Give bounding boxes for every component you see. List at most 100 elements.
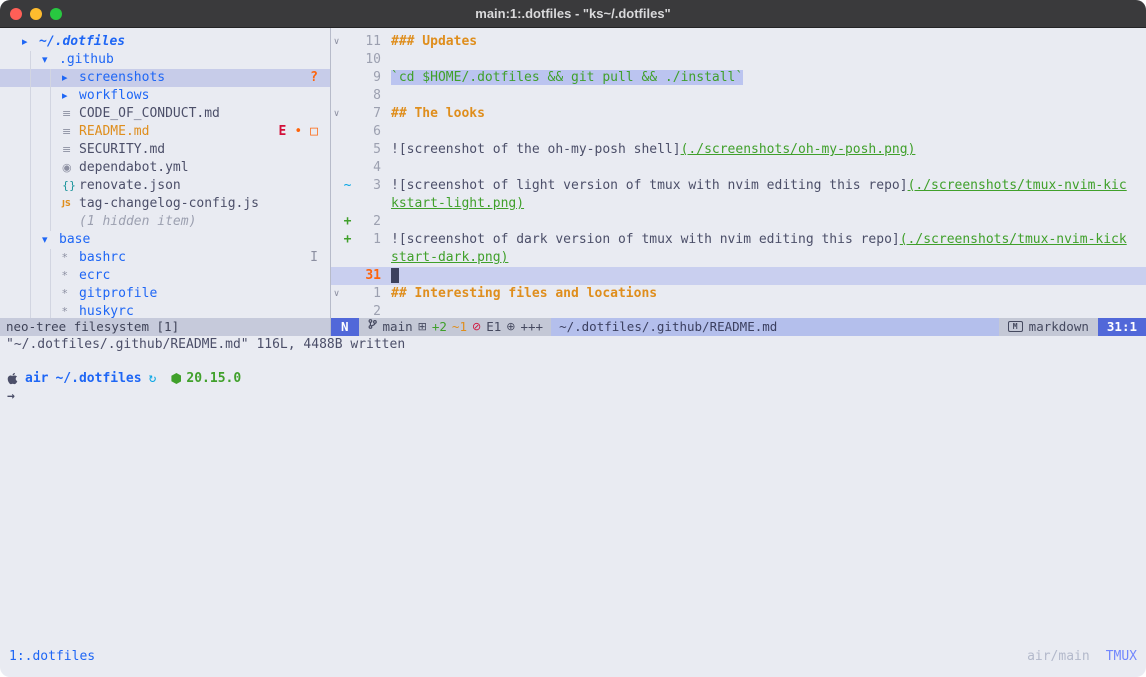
line-number: 4	[353, 159, 381, 177]
git-sign-column	[342, 303, 353, 318]
indent-guide	[22, 141, 42, 159]
tree-item-file[interactable]: *ecrc	[0, 267, 330, 285]
git-sign-column: ~	[342, 177, 353, 195]
line-text: ### Updates	[381, 33, 477, 51]
line-number: 3	[353, 177, 381, 195]
line-text: start-dark.png)	[381, 249, 508, 267]
tree-item-badges: I	[310, 249, 318, 267]
node-icon	[171, 373, 181, 384]
line-text: ## Interesting files and locations	[381, 285, 657, 303]
prompt-input-line[interactable]	[0, 388, 1146, 406]
config-file-icon: *	[62, 267, 79, 285]
editor-line[interactable]: 9`cd $HOME/.dotfiles && git pull && ./in…	[331, 69, 1146, 87]
editor-line[interactable]: ∨11### Updates	[331, 33, 1146, 51]
editor-line[interactable]: kstart-light.png)	[331, 195, 1146, 213]
fold-column	[331, 249, 342, 267]
indent-guide	[22, 285, 42, 303]
indent-guide	[42, 141, 62, 159]
nvim-statusline: N main +2 ~1 E1 +++ ~/.dotfiles/.github/…	[331, 318, 1146, 336]
line-text	[381, 123, 391, 141]
line-number: 1	[353, 285, 381, 303]
text-segment: start-dark.png)	[391, 250, 508, 265]
tree-item-label: screenshots	[79, 69, 165, 87]
tree-item-file[interactable]: *gitprofile	[0, 285, 330, 303]
tree-item-file[interactable]: *bashrcI	[0, 249, 330, 267]
editor-line[interactable]: 5![screenshot of the oh-my-posh shell](.…	[331, 141, 1146, 159]
git-sign-column: +	[342, 213, 353, 231]
tree-item-file[interactable]: (1 hidden item)	[0, 213, 330, 231]
tree-item-label: renovate.json	[79, 177, 181, 195]
tree-item-file[interactable]: ≡README.mdE•□	[0, 123, 330, 141]
tree-item-file[interactable]: ≡SECURITY.md	[0, 141, 330, 159]
tree-item-file[interactable]: JStag-changelog-config.js	[0, 195, 330, 213]
neo-tree-statusline: neo-tree filesystem [1]	[0, 318, 330, 336]
tree-item-folder[interactable]: ▸workflows	[0, 87, 330, 105]
markdown-file-icon: ≡	[62, 105, 79, 123]
tree-item-folder[interactable]: ▸screenshots?	[0, 69, 330, 87]
text-segment: `cd $HOME/.dotfiles && git pull && ./ins…	[391, 70, 743, 85]
indent-guide	[42, 69, 62, 87]
editor-line[interactable]: 4	[331, 159, 1146, 177]
editor-buffer[interactable]: ∨11### Updates109`cd $HOME/.dotfiles && …	[331, 28, 1146, 318]
tree-item-file[interactable]: ≡CODE_OF_CONDUCT.md	[0, 105, 330, 123]
mode-indicator: N	[331, 318, 359, 336]
indent-guide	[42, 195, 62, 213]
folder-closed-icon: ▸	[62, 87, 79, 105]
indent-guide	[22, 105, 42, 123]
diff-changed-count: ~1	[452, 318, 467, 336]
tree-item-badges: ?	[310, 69, 318, 87]
editor-line[interactable]: ∨7## The looks	[331, 105, 1146, 123]
tree-item-file[interactable]: *huskyrc	[0, 303, 330, 318]
tree-item-folder[interactable]: ▾.github	[0, 51, 330, 69]
editor-line[interactable]: 8	[331, 87, 1146, 105]
prompt-host: air	[25, 370, 48, 388]
minimize-button[interactable]	[30, 8, 42, 20]
fold-column	[331, 141, 342, 159]
line-number	[353, 195, 381, 213]
tree-item-label: (1 hidden item)	[79, 213, 196, 231]
diff-added-count: +2	[432, 318, 447, 336]
editor-line[interactable]: 10	[331, 51, 1146, 69]
indent-guide	[22, 69, 42, 87]
editor-line[interactable]: start-dark.png)	[331, 249, 1146, 267]
config-file-icon: *	[62, 303, 79, 318]
tmux-session: air/main	[1027, 649, 1090, 664]
indent-guide	[42, 249, 62, 267]
fold-marker-icon[interactable]: ∨	[331, 285, 342, 303]
tree-item-folder[interactable]: ▾base	[0, 231, 330, 249]
line-text	[381, 303, 391, 318]
indent-guide	[42, 213, 62, 231]
tree-item-label: workflows	[79, 87, 149, 105]
git-status-badge: E	[279, 123, 287, 141]
editor-line[interactable]: ~3![screenshot of light version of tmux …	[331, 177, 1146, 195]
editor-line[interactable]: +2	[331, 213, 1146, 231]
tree-item-file[interactable]: {}renovate.json	[0, 177, 330, 195]
fold-column	[331, 51, 342, 69]
editor-line[interactable]: 6	[331, 123, 1146, 141]
tree-item-label: bashrc	[79, 249, 126, 267]
tree-item-file[interactable]: ◉dependabot.yml	[0, 159, 330, 177]
indent-guide	[22, 87, 42, 105]
text-cursor	[391, 268, 399, 283]
zoom-button[interactable]	[50, 8, 62, 20]
line-text: kstart-light.png)	[381, 195, 524, 213]
tree-item-folder[interactable]: ▸~/.dotfiles	[0, 33, 330, 51]
indent-guide	[22, 267, 42, 285]
text-segment: (./screenshots/tmux-nvim-kic	[908, 178, 1127, 193]
editor-line[interactable]: 31	[331, 267, 1146, 285]
line-number: 1	[353, 231, 381, 249]
fold-marker-icon[interactable]: ∨	[331, 33, 342, 51]
editor-line[interactable]: ∨ 1## Interesting files and locations	[331, 285, 1146, 303]
line-text: ## The looks	[381, 105, 485, 123]
shell-area[interactable]: air ~/.dotfiles 20.15.0 1:.dotfiles air/…	[0, 354, 1146, 677]
close-button[interactable]	[10, 8, 22, 20]
indent-guide	[42, 267, 62, 285]
editor-line[interactable]: +1![screenshot of dark version of tmux w…	[331, 231, 1146, 249]
fold-marker-icon[interactable]: ∨	[331, 105, 342, 123]
line-number: 2	[353, 303, 381, 318]
git-refresh-icon	[149, 370, 157, 388]
statusline-file-path: ~/.dotfiles/.github/README.md	[551, 318, 999, 336]
editor-line[interactable]: 2	[331, 303, 1146, 318]
git-sign-column	[342, 159, 353, 177]
tmux-window[interactable]: 1:.dotfiles	[9, 649, 95, 664]
